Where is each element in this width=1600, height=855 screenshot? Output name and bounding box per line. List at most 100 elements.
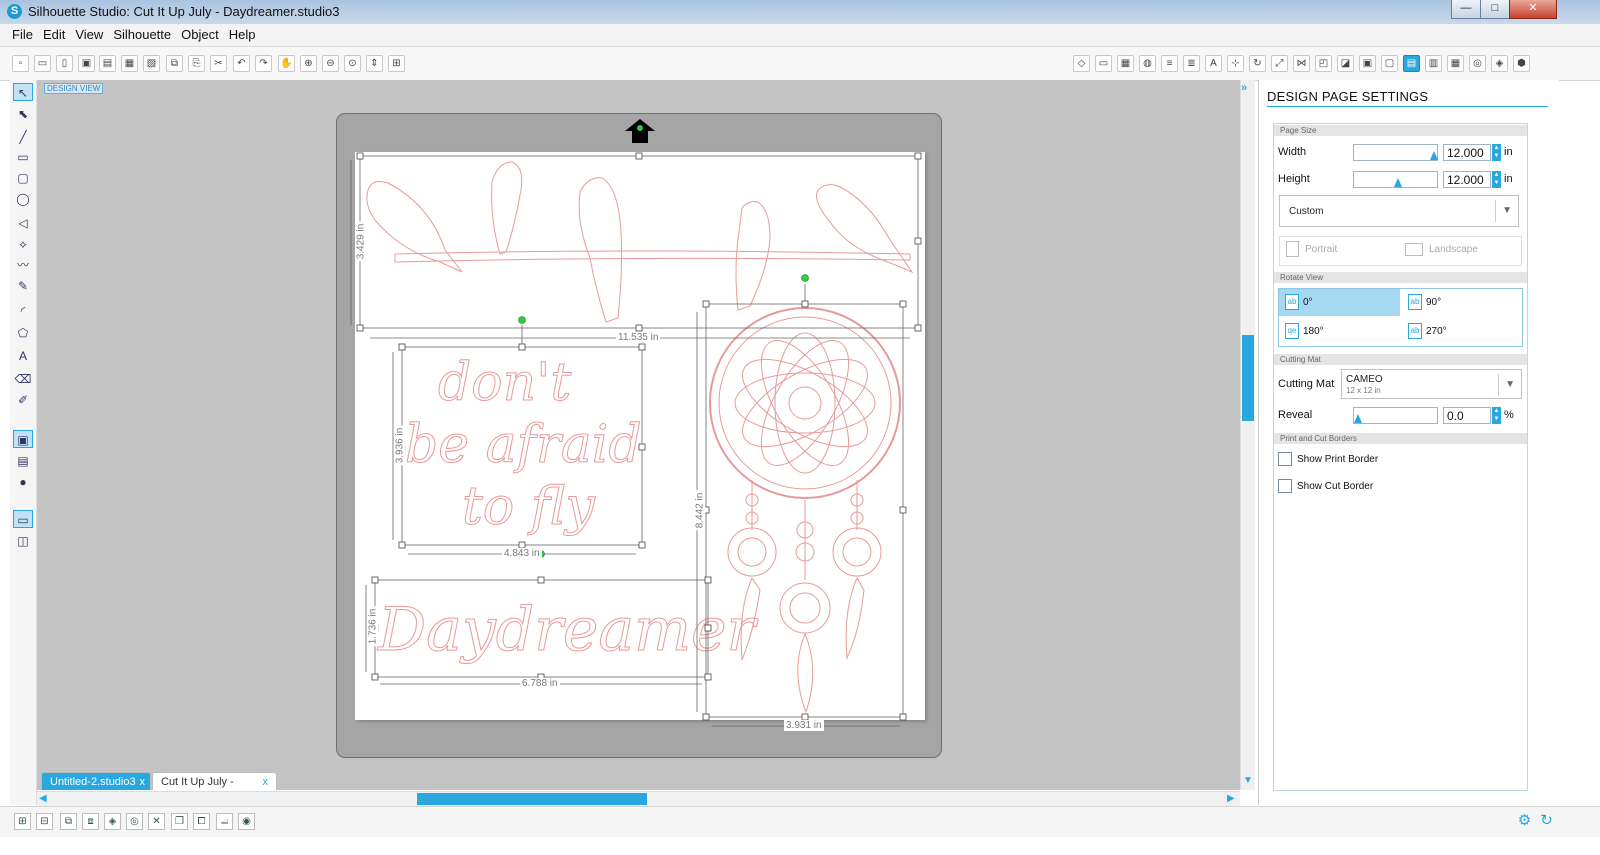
single-view-icon[interactable]: ▭ (13, 510, 33, 528)
width-slider-knob[interactable] (1430, 151, 1438, 160)
make-compound-icon[interactable]: ⧉ (60, 813, 77, 830)
menu-help[interactable]: Help (224, 24, 261, 46)
bring-to-front-icon[interactable]: ⧠ (193, 813, 210, 830)
tab-untitled-2[interactable]: Untitled-2.studio3 x (41, 772, 151, 790)
ellipse-icon[interactable]: ◯ (13, 190, 33, 208)
copy-icon[interactable]: ⧉ (166, 55, 183, 72)
page-settings-icon[interactable]: ▤ (1403, 55, 1420, 72)
redo-icon[interactable]: ↷ (255, 55, 272, 72)
print-icon[interactable]: ▦ (121, 55, 138, 72)
horizontal-scroll-thumb[interactable] (417, 793, 647, 805)
portrait-button[interactable]: Portrait (1286, 236, 1337, 263)
group-icon[interactable]: ⊞ (14, 813, 31, 830)
new-file-icon[interactable]: ▫ (12, 55, 29, 72)
refresh-icon[interactable]: ↻ (1538, 813, 1555, 830)
release-compound-icon[interactable]: ⧈ (82, 813, 99, 830)
page-size-dropdown[interactable]: Custom ▼ (1279, 195, 1519, 227)
point-edit-icon[interactable]: ⬉ (13, 105, 33, 123)
scroll-left-icon[interactable]: ◀ (39, 793, 47, 804)
height-spinner[interactable]: ▲ ▼ (1492, 171, 1501, 188)
duplicate-icon[interactable]: ❐ (171, 813, 188, 830)
height-slider[interactable] (1353, 171, 1438, 188)
menu-object[interactable]: Object (176, 24, 224, 46)
freehand-icon[interactable]: 〰 (13, 256, 33, 274)
undo-icon[interactable]: ↶ (233, 55, 250, 72)
mat-origin-arrow-icon[interactable] (624, 119, 656, 145)
minimize-button[interactable]: — (1451, 0, 1481, 19)
close-window-button[interactable]: ✕ (1509, 0, 1557, 19)
line-color-icon[interactable]: ▭ (1095, 55, 1112, 72)
collapse-panel-icon[interactable]: » (1241, 82, 1247, 94)
silhouette-store-icon[interactable]: ◈ (1491, 55, 1508, 72)
maximize-button[interactable]: □ (1480, 0, 1510, 19)
scroll-right-icon[interactable]: ▶ (1227, 793, 1235, 804)
line-style-icon[interactable]: ≡ (1161, 55, 1178, 72)
transform-icon[interactable]: ⤢ (1271, 55, 1288, 72)
eraser-icon[interactable]: ⌫ (13, 370, 33, 388)
ungroup-icon[interactable]: ⊟ (36, 813, 53, 830)
pixel-scan-icon[interactable]: ◎ (1469, 55, 1486, 72)
reveal-slider[interactable] (1353, 407, 1438, 424)
cut-settings-icon[interactable]: ▥ (1425, 55, 1442, 72)
line-icon[interactable]: ╱ (13, 128, 33, 146)
print-border-icon[interactable]: ▣ (1359, 55, 1376, 72)
fit-to-page-icon[interactable]: ⊞ (388, 55, 405, 72)
landscape-button[interactable]: Landscape (1405, 236, 1478, 263)
offset-shadow-icon[interactable]: ◉ (238, 813, 255, 830)
zoom-select-icon[interactable]: ⊙ (344, 55, 361, 72)
select-all-icon[interactable]: ◎ (126, 813, 143, 830)
width-input[interactable]: 12.000 (1443, 144, 1491, 161)
open-library-icon[interactable]: ▯ (56, 55, 73, 72)
zoom-drag-icon[interactable]: ⇕ (366, 55, 383, 72)
tab-close-icon[interactable]: x (263, 773, 269, 791)
fill-color-icon[interactable]: ◇ (1073, 55, 1090, 72)
delete-icon[interactable]: ✕ (148, 813, 165, 830)
arc-icon[interactable]: ◜ (13, 302, 33, 320)
menu-view[interactable]: View (70, 24, 108, 46)
print-cut-icon[interactable]: ▧ (143, 55, 160, 72)
vertical-scroll-thumb[interactable] (1242, 335, 1254, 421)
rotate-0-button[interactable]: ab 0° (1279, 289, 1400, 316)
reveal-spinner[interactable]: ▲ ▼ (1492, 407, 1501, 424)
send-to-silhouette-icon[interactable]: ⬢ (1513, 55, 1530, 72)
tab-close-icon[interactable]: x (140, 773, 146, 791)
modify-icon[interactable]: ⋈ (1293, 55, 1310, 72)
select-icon[interactable]: ↖ (13, 83, 33, 101)
cut-icon[interactable]: ✂ (210, 55, 227, 72)
tab-cut-it-up-july[interactable]: Cut It Up July - Dayd... x (152, 772, 277, 806)
align-icon[interactable]: ⊹ (1227, 55, 1244, 72)
fill-pattern-icon[interactable]: ▦ (1117, 55, 1134, 72)
rotate-90-button[interactable]: ab 90° (1402, 289, 1522, 316)
menu-silhouette[interactable]: Silhouette (108, 24, 176, 46)
zoom-in-icon[interactable]: ⊕ (300, 55, 317, 72)
paste-icon[interactable]: ⎘ (188, 55, 205, 72)
rotate-180-button[interactable]: qe 180° (1279, 318, 1400, 345)
menu-edit[interactable]: Edit (38, 24, 70, 46)
canvas-horizontal-scrollbar[interactable]: ◀ ▶ (37, 791, 1240, 806)
text-style-icon[interactable]: A (1205, 55, 1222, 72)
knife-icon[interactable]: ✐ (13, 391, 33, 409)
registration-icon[interactable]: ▢ (1381, 55, 1398, 72)
width-slider[interactable] (1353, 144, 1438, 161)
split-view-icon[interactable]: ◫ (13, 532, 33, 550)
zoom-out-icon[interactable]: ⊖ (322, 55, 339, 72)
menu-file[interactable]: File (7, 24, 38, 46)
weld-icon[interactable]: ◈ (104, 813, 121, 830)
regular-polygon-icon[interactable]: ⬠ (13, 324, 33, 342)
store-icon[interactable]: ● (13, 473, 33, 491)
scroll-down-icon[interactable]: ▼ (1243, 775, 1253, 786)
offset-icon[interactable]: ◰ (1315, 55, 1332, 72)
width-spinner[interactable]: ▲ ▼ (1492, 144, 1501, 161)
curve-icon[interactable]: ⟡ (13, 235, 33, 253)
design-view-icon[interactable]: ▣ (13, 430, 33, 448)
replicate-icon[interactable]: ↻ (1249, 55, 1266, 72)
show-print-border-checkbox[interactable] (1278, 452, 1292, 466)
cutting-mat-dropdown[interactable]: CAMEO 12 x 12 in ▼ (1341, 369, 1522, 399)
rotate-270-button[interactable]: ab 270° (1402, 318, 1522, 345)
line-options-icon[interactable]: ≣ (1183, 55, 1200, 72)
height-input[interactable]: 12.000 (1443, 171, 1491, 188)
design-page[interactable] (355, 152, 925, 720)
grid-icon[interactable]: ▦ (1447, 55, 1464, 72)
save-icon[interactable]: ▣ (78, 55, 95, 72)
rectangle-icon[interactable]: ▭ (13, 148, 33, 166)
